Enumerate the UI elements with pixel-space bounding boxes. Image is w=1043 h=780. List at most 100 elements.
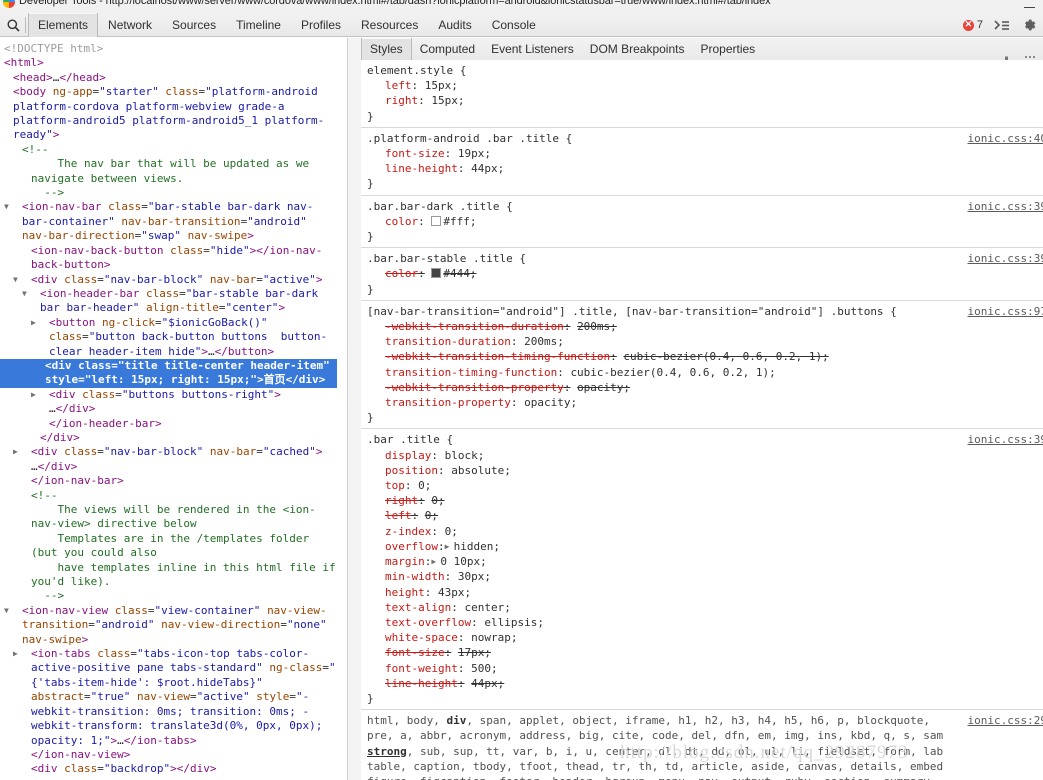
stylesheet-source-link[interactable]: ionic.css:29 (968, 713, 1043, 728)
css-property-value[interactable]: 0 10px; (440, 555, 486, 568)
css-property-value[interactable]: 44px; (471, 677, 504, 690)
css-property-value[interactable]: hidden; (454, 540, 500, 553)
dom-node[interactable]: ▶</ion-nav-view> (4, 748, 337, 762)
css-property-name[interactable]: -webkit-transition-property (385, 381, 564, 394)
css-declaration[interactable]: height: 43px; (367, 585, 1039, 600)
disclosure-closed-icon[interactable]: ▶ (13, 445, 31, 459)
css-property-value[interactable]: nowrap; (471, 631, 517, 644)
dom-node[interactable]: ▶<!-- (4, 143, 337, 157)
css-property-name[interactable]: -webkit-transition-timing-function (385, 350, 610, 363)
css-property-value[interactable]: 30px; (458, 570, 491, 583)
css-declaration[interactable]: z-index: 0; (367, 524, 1039, 539)
stylesheet-source-link[interactable]: ionic.css:40 (968, 131, 1043, 146)
css-declaration[interactable]: color: #fff; (367, 214, 1039, 229)
css-declaration[interactable]: transition-timing-function: cubic-bezier… (367, 365, 1039, 380)
css-property-value[interactable]: ellipsis; (484, 616, 544, 629)
css-declaration[interactable]: left: 15px; (367, 78, 1039, 93)
disclosure-open-icon[interactable]: ▼ (22, 287, 40, 301)
dom-node[interactable]: ▶ have templates inline in this html fil… (4, 561, 337, 590)
css-declaration[interactable]: overflow:▶ hidden; (367, 539, 1039, 554)
stylesheet-source-link[interactable]: ionic.css:39 (968, 251, 1043, 266)
css-property-value[interactable]: 0; (425, 509, 438, 522)
css-property-name[interactable]: line-height (385, 677, 458, 690)
css-selector[interactable]: .platform-android .bar .title { (367, 131, 1039, 146)
tab-computed[interactable]: Computed (412, 38, 483, 60)
tab-event-listeners[interactable]: Event Listeners (483, 38, 582, 60)
css-property-name[interactable]: color (385, 267, 418, 280)
gear-icon[interactable] (1021, 17, 1037, 33)
css-property-name[interactable]: position (385, 464, 438, 477)
css-declaration[interactable]: right: 0; (367, 493, 1039, 508)
css-declaration[interactable]: margin:▶ 0 10px; (367, 554, 1039, 569)
css-property-name[interactable]: font-weight (385, 662, 458, 675)
disclosure-closed-icon[interactable]: ▶ (31, 388, 49, 402)
dom-tree-panel[interactable]: ▶<!DOCTYPE html>▼<html>▶<head>…</head>▼<… (0, 38, 347, 780)
css-declaration[interactable]: text-overflow: ellipsis; (367, 615, 1039, 630)
dom-node[interactable]: ▶ --> (4, 186, 337, 200)
css-declaration[interactable]: display: block; (367, 448, 1039, 463)
css-declaration[interactable]: font-size: 19px; (367, 146, 1039, 161)
disclosure-closed-icon[interactable]: ▶ (31, 316, 49, 330)
disclosure-closed-icon[interactable]: ▶ (13, 647, 31, 661)
css-property-value[interactable]: 200ms; (577, 320, 617, 333)
css-property-value[interactable]: absolute; (451, 464, 511, 477)
dom-node[interactable]: ▶<head>…</head> (4, 71, 337, 85)
css-property-value[interactable]: 500; (471, 662, 498, 675)
dom-node[interactable]: ▶ Templates are in the /templates folder… (4, 532, 337, 561)
css-property-name[interactable]: white-space (385, 631, 458, 644)
tab-profiles[interactable]: Profiles (291, 13, 351, 37)
dom-node[interactable]: ▶ --> (4, 589, 337, 603)
color-swatch[interactable] (431, 268, 442, 279)
css-declaration[interactable]: -webkit-transition-duration: 200ms; (367, 319, 1039, 334)
dom-node[interactable]: ▶ <button ng-click="$ionicGoBack()" class… (4, 316, 337, 359)
dom-node[interactable]: ▶<!DOCTYPE html> (4, 42, 337, 56)
dom-node[interactable]: ▼ <ion-header-bar class="bar-stable bar-d… (4, 287, 337, 316)
css-property-name[interactable]: left (385, 79, 412, 92)
css-declaration[interactable]: line-height: 44px; (367, 676, 1039, 691)
dom-node[interactable]: ▼ <div class="nav-bar-block" nav-bar="act… (4, 273, 337, 287)
css-property-name[interactable]: text-overflow (385, 616, 471, 629)
css-property-value[interactable]: cubic-bezier(0.4, 0.6, 0.2, 1); (570, 366, 775, 379)
dom-node[interactable]: ▶<!-- (4, 489, 337, 503)
error-count-badge[interactable]: ✕ 7 (962, 19, 983, 31)
css-property-name[interactable]: left (385, 509, 412, 522)
css-declaration[interactable]: color: #444; (367, 266, 1039, 281)
css-property-name[interactable]: transition-timing-function (385, 366, 557, 379)
css-property-value[interactable]: center; (464, 601, 510, 614)
dom-node-selected[interactable]: ▶<div class="title title-center header-i… (0, 358, 337, 388)
console-drawer-icon[interactable] (994, 18, 1010, 32)
dom-node[interactable]: ▶</ion-nav-bar> (4, 474, 337, 488)
css-property-name[interactable]: display (385, 449, 431, 462)
css-property-value[interactable]: cubic-bezier(0.4, 0.6, 0.2, 1); (623, 350, 828, 363)
disclosure-open-icon[interactable]: ▼ (13, 273, 31, 287)
css-property-value[interactable]: 15px; (425, 79, 458, 92)
css-property-name[interactable]: font-size (385, 147, 445, 160)
css-declaration[interactable]: line-height: 44px; (367, 161, 1039, 176)
dom-node[interactable]: ▶<div class="backdrop"></div> (4, 762, 337, 776)
css-selector[interactable]: [nav-bar-transition="android"] .title, [… (367, 304, 1039, 319)
dom-node[interactable]: ▼<body ng-app="starter" class="platform-… (4, 85, 337, 143)
css-declaration[interactable]: left: 0; (367, 508, 1039, 523)
disclosure-open-icon[interactable]: ▼ (4, 85, 13, 99)
css-selector[interactable]: html, body, div, span, applet, object, i… (367, 713, 1039, 780)
css-declaration[interactable]: right: 15px; (367, 93, 1039, 108)
css-property-value[interactable]: block; (445, 449, 485, 462)
stylesheet-source-link[interactable]: ionic.css:97 (968, 304, 1043, 319)
inspect-element-icon[interactable] (3, 16, 23, 34)
css-property-name[interactable]: color (385, 215, 418, 228)
css-property-value[interactable]: 0; (431, 494, 444, 507)
css-property-value[interactable]: #444; (443, 267, 476, 280)
css-selector[interactable]: element.style { (367, 63, 1039, 78)
css-declaration[interactable]: font-size: 17px; (367, 645, 1039, 660)
dom-node[interactable]: ▶…</div> (4, 460, 337, 474)
tab-console[interactable]: Console (482, 13, 546, 37)
css-property-value[interactable]: 17px; (458, 646, 491, 659)
css-property-name[interactable]: text-align (385, 601, 451, 614)
css-declaration[interactable]: min-width: 30px; (367, 569, 1039, 584)
dom-node[interactable]: ▼ <ion-nav-bar class="bar-stable bar-dark… (4, 200, 337, 243)
dom-node[interactable]: ▶</ion-header-bar> (4, 417, 337, 431)
css-declaration[interactable]: font-weight: 500; (367, 661, 1039, 676)
tab-sources[interactable]: Sources (162, 13, 226, 37)
tab-properties[interactable]: Properties (692, 38, 763, 60)
tab-timeline[interactable]: Timeline (226, 13, 291, 37)
